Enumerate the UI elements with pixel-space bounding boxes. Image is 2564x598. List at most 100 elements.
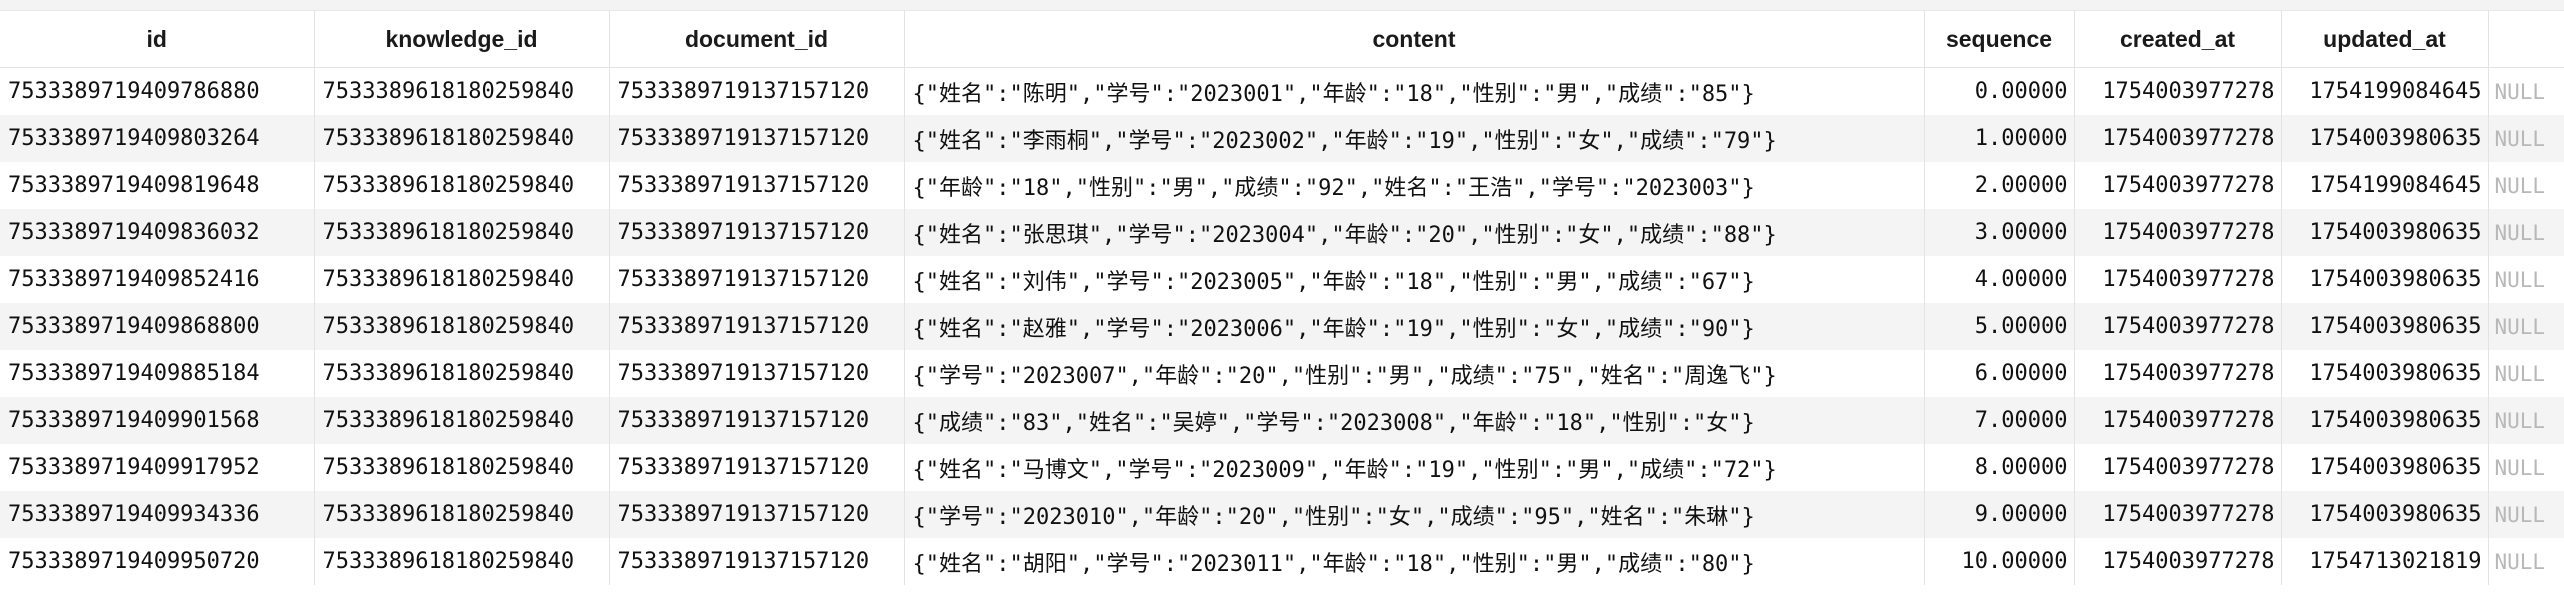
- column-header-document-id[interactable]: document_id: [609, 11, 905, 68]
- cell-null[interactable]: NULL: [2488, 538, 2564, 585]
- cell-document-id[interactable]: 7533389719137157120: [609, 256, 905, 303]
- cell-created-at[interactable]: 1754003977278: [2074, 538, 2282, 585]
- cell-null[interactable]: NULL: [2488, 350, 2564, 397]
- cell-updated-at[interactable]: 1754713021819: [2281, 538, 2489, 585]
- cell-content[interactable]: {"成绩":"83","姓名":"吴婷","学号":"2023008","年龄"…: [904, 397, 1925, 444]
- cell-created-at[interactable]: 1754003977278: [2074, 350, 2282, 397]
- cell-content[interactable]: {"姓名":"马博文","学号":"2023009","年龄":"19","性别…: [904, 444, 1925, 491]
- column-header-id[interactable]: id: [0, 11, 315, 68]
- cell-content[interactable]: {"姓名":"胡阳","学号":"2023011","年龄":"18","性别"…: [904, 538, 1925, 585]
- cell-knowledge-id[interactable]: 7533389618180259840: [314, 209, 610, 256]
- cell-created-at[interactable]: 1754003977278: [2074, 67, 2282, 115]
- cell-updated-at[interactable]: 1754003980635: [2281, 256, 2489, 303]
- cell-sequence[interactable]: 7.00000: [1924, 397, 2075, 444]
- cell-sequence[interactable]: 9.00000: [1924, 491, 2075, 538]
- cell-null[interactable]: NULL: [2488, 397, 2564, 444]
- cell-sequence[interactable]: 2.00000: [1924, 162, 2075, 209]
- cell-null[interactable]: NULL: [2488, 115, 2564, 162]
- cell-document-id[interactable]: 7533389719137157120: [609, 444, 905, 491]
- cell-null[interactable]: NULL: [2488, 256, 2564, 303]
- column-header-created-at[interactable]: created_at: [2074, 11, 2282, 68]
- cell-knowledge-id[interactable]: 7533389618180259840: [314, 397, 610, 444]
- cell-created-at[interactable]: 1754003977278: [2074, 209, 2282, 256]
- cell-id[interactable]: 7533389719409885184: [0, 350, 315, 397]
- table-row[interactable]: 7533389719409901568 7533389618180259840 75…: [0, 397, 2564, 444]
- table-row[interactable]: 7533389719409885184 7533389618180259840 75…: [0, 350, 2564, 397]
- cell-content[interactable]: {"姓名":"李雨桐","学号":"2023002","年龄":"19","性别…: [904, 115, 1925, 162]
- column-header-content[interactable]: content: [904, 11, 1925, 68]
- cell-id[interactable]: 7533389719409786880: [0, 67, 315, 115]
- column-header-sequence[interactable]: sequence: [1924, 11, 2075, 68]
- cell-updated-at[interactable]: 1754003980635: [2281, 209, 2489, 256]
- cell-knowledge-id[interactable]: 7533389618180259840: [314, 67, 610, 115]
- column-header-knowledge-id[interactable]: knowledge_id: [314, 11, 610, 68]
- cell-content[interactable]: {"年龄":"18","性别":"男","成绩":"92","姓名":"王浩",…: [904, 162, 1925, 209]
- cell-id[interactable]: 7533389719409803264: [0, 115, 315, 162]
- cell-document-id[interactable]: 7533389719137157120: [609, 397, 905, 444]
- cell-document-id[interactable]: 7533389719137157120: [609, 162, 905, 209]
- cell-knowledge-id[interactable]: 7533389618180259840: [314, 444, 610, 491]
- cell-updated-at[interactable]: 1754003980635: [2281, 115, 2489, 162]
- cell-null[interactable]: NULL: [2488, 209, 2564, 256]
- table-row[interactable]: 7533389719409868800 7533389618180259840 75…: [0, 303, 2564, 350]
- cell-created-at[interactable]: 1754003977278: [2074, 491, 2282, 538]
- cell-content[interactable]: {"姓名":"张思琪","学号":"2023004","年龄":"20","性别…: [904, 209, 1925, 256]
- cell-sequence[interactable]: 3.00000: [1924, 209, 2075, 256]
- cell-created-at[interactable]: 1754003977278: [2074, 115, 2282, 162]
- cell-null[interactable]: NULL: [2488, 67, 2564, 115]
- cell-updated-at[interactable]: 1754199084645: [2281, 162, 2489, 209]
- cell-updated-at[interactable]: 1754003980635: [2281, 397, 2489, 444]
- cell-document-id[interactable]: 7533389719137157120: [609, 303, 905, 350]
- table-row[interactable]: 7533389719409917952 7533389618180259840 75…: [0, 444, 2564, 491]
- cell-updated-at[interactable]: 1754003980635: [2281, 444, 2489, 491]
- cell-knowledge-id[interactable]: 7533389618180259840: [314, 303, 610, 350]
- cell-sequence[interactable]: 4.00000: [1924, 256, 2075, 303]
- cell-knowledge-id[interactable]: 7533389618180259840: [314, 256, 610, 303]
- cell-sequence[interactable]: 0.00000: [1924, 67, 2075, 115]
- cell-id[interactable]: 7533389719409819648: [0, 162, 315, 209]
- cell-updated-at[interactable]: 1754003980635: [2281, 350, 2489, 397]
- cell-document-id[interactable]: 7533389719137157120: [609, 209, 905, 256]
- table-row[interactable]: 7533389719409852416 7533389618180259840 75…: [0, 256, 2564, 303]
- cell-created-at[interactable]: 1754003977278: [2074, 256, 2282, 303]
- cell-id[interactable]: 7533389719409950720: [0, 538, 315, 585]
- cell-content[interactable]: {"姓名":"陈明","学号":"2023001","年龄":"18","性别"…: [904, 67, 1925, 115]
- cell-null[interactable]: NULL: [2488, 444, 2564, 491]
- cell-content[interactable]: {"学号":"2023007","年龄":"20","性别":"男","成绩":…: [904, 350, 1925, 397]
- cell-created-at[interactable]: 1754003977278: [2074, 303, 2282, 350]
- cell-created-at[interactable]: 1754003977278: [2074, 397, 2282, 444]
- cell-created-at[interactable]: 1754003977278: [2074, 162, 2282, 209]
- cell-id[interactable]: 7533389719409901568: [0, 397, 315, 444]
- table-row[interactable]: 7533389719409836032 7533389618180259840 75…: [0, 209, 2564, 256]
- cell-document-id[interactable]: 7533389719137157120: [609, 115, 905, 162]
- table-row[interactable]: 7533389719409950720 7533389618180259840 75…: [0, 538, 2564, 585]
- column-header-updated-at[interactable]: updated_at: [2281, 11, 2489, 68]
- cell-updated-at[interactable]: 1754199084645: [2281, 67, 2489, 115]
- cell-id[interactable]: 7533389719409852416: [0, 256, 315, 303]
- table-row[interactable]: 7533389719409934336 7533389618180259840 75…: [0, 491, 2564, 538]
- column-header-extra[interactable]: [2488, 11, 2564, 68]
- table-row[interactable]: 7533389719409803264 7533389618180259840 75…: [0, 115, 2564, 162]
- cell-null[interactable]: NULL: [2488, 491, 2564, 538]
- cell-sequence[interactable]: 10.00000: [1924, 538, 2075, 585]
- cell-document-id[interactable]: 7533389719137157120: [609, 350, 905, 397]
- cell-sequence[interactable]: 1.00000: [1924, 115, 2075, 162]
- cell-id[interactable]: 7533389719409868800: [0, 303, 315, 350]
- cell-knowledge-id[interactable]: 7533389618180259840: [314, 115, 610, 162]
- cell-content[interactable]: {"姓名":"赵雅","学号":"2023006","年龄":"19","性别"…: [904, 303, 1925, 350]
- cell-document-id[interactable]: 7533389719137157120: [609, 67, 905, 115]
- cell-id[interactable]: 7533389719409934336: [0, 491, 315, 538]
- cell-null[interactable]: NULL: [2488, 303, 2564, 350]
- cell-null[interactable]: NULL: [2488, 162, 2564, 209]
- cell-created-at[interactable]: 1754003977278: [2074, 444, 2282, 491]
- cell-sequence[interactable]: 6.00000: [1924, 350, 2075, 397]
- cell-updated-at[interactable]: 1754003980635: [2281, 303, 2489, 350]
- cell-content[interactable]: {"姓名":"刘伟","学号":"2023005","年龄":"18","性别"…: [904, 256, 1925, 303]
- cell-knowledge-id[interactable]: 7533389618180259840: [314, 491, 610, 538]
- cell-document-id[interactable]: 7533389719137157120: [609, 538, 905, 585]
- cell-knowledge-id[interactable]: 7533389618180259840: [314, 162, 610, 209]
- cell-knowledge-id[interactable]: 7533389618180259840: [314, 350, 610, 397]
- table-row[interactable]: 7533389719409786880 7533389618180259840 75…: [0, 67, 2564, 115]
- table-row[interactable]: 7533389719409819648 7533389618180259840 75…: [0, 162, 2564, 209]
- cell-id[interactable]: 7533389719409836032: [0, 209, 315, 256]
